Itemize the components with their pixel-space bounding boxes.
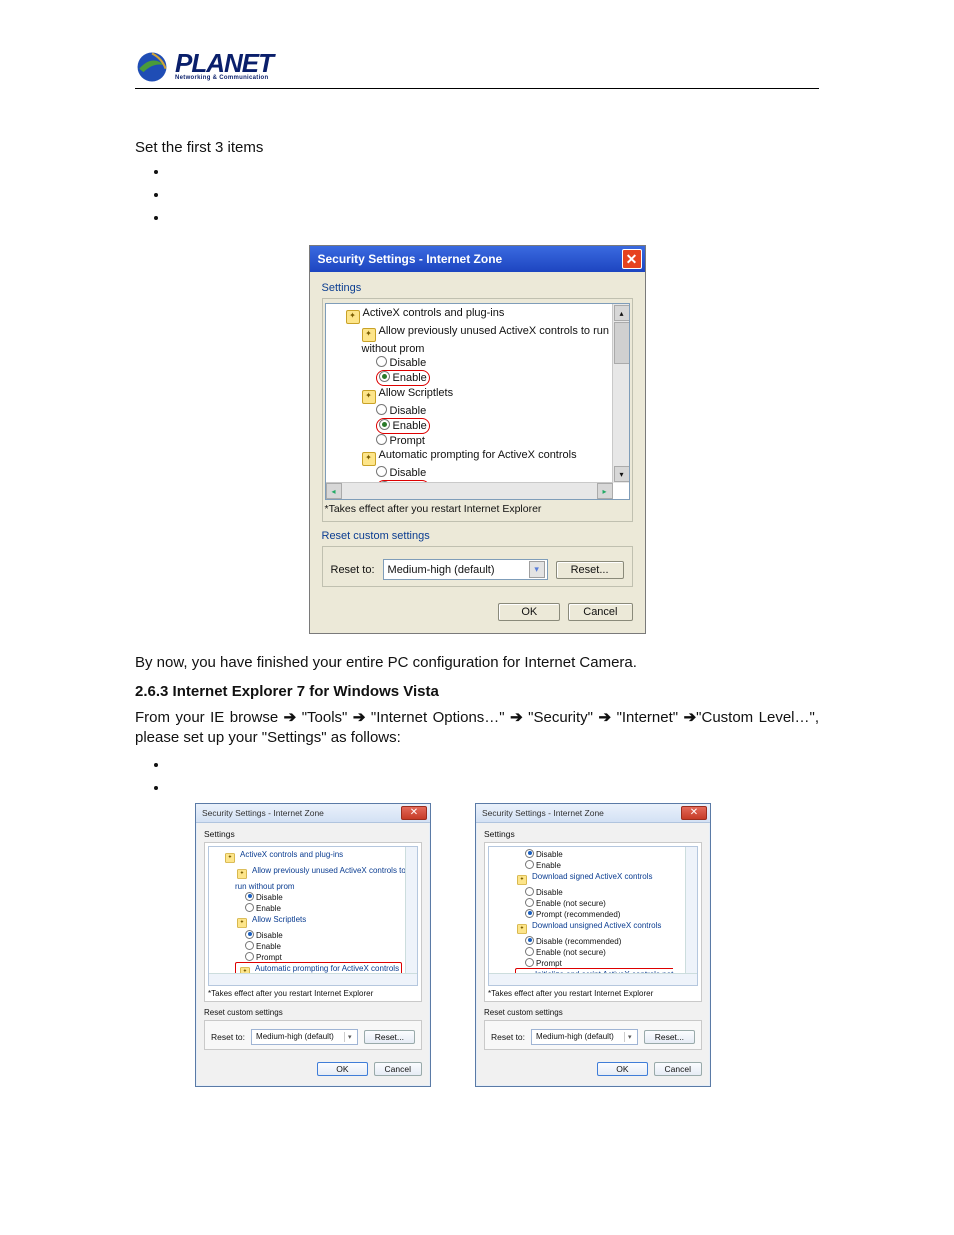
radio-enable[interactable] xyxy=(525,947,534,956)
security-settings-dialog-vista-a: Security Settings - Internet Zone ✕ Sett… xyxy=(195,803,431,1087)
radio-disable[interactable] xyxy=(525,936,534,945)
chevron-down-icon[interactable]: ▾ xyxy=(529,561,545,578)
reset-to-label: Reset to: xyxy=(331,564,375,576)
vertical-scrollbar[interactable]: ▴ ▾ xyxy=(612,304,629,483)
ok-button[interactable]: OK xyxy=(498,603,560,621)
settings-tree[interactable]: Disable Enable ✦Download signed ActiveX … xyxy=(488,846,698,986)
chevron-down-icon[interactable]: ▾ xyxy=(344,1032,355,1042)
activex-icon: ✦ xyxy=(225,853,235,863)
reset-button[interactable]: Reset... xyxy=(644,1030,695,1044)
reset-to-select[interactable]: Medium-high (default) ▾ xyxy=(251,1029,358,1045)
radio-prompt[interactable] xyxy=(245,952,254,961)
reset-button[interactable]: Reset... xyxy=(364,1030,415,1044)
vertical-scrollbar[interactable] xyxy=(685,847,697,985)
reset-group-label: Reset custom settings xyxy=(484,1008,702,1017)
paragraph: By now, you have finished your entire PC… xyxy=(135,654,819,671)
intro-line: Set the first 3 items xyxy=(135,139,819,156)
restart-note: *Takes effect after you restart Internet… xyxy=(488,989,698,998)
ok-button[interactable]: OK xyxy=(317,1062,367,1076)
cancel-button[interactable]: Cancel xyxy=(374,1062,422,1076)
activex-icon: ✦ xyxy=(237,869,247,879)
horizontal-scrollbar[interactable]: ◂ ▸ xyxy=(326,482,613,499)
restart-note: *Takes effect after you restart Internet… xyxy=(208,989,418,998)
scroll-up-icon[interactable]: ▴ xyxy=(614,305,630,321)
reset-to-label: Reset to: xyxy=(211,1032,245,1042)
horizontal-scrollbar[interactable] xyxy=(209,973,417,985)
radio-enable[interactable] xyxy=(245,903,254,912)
globe-icon xyxy=(135,50,169,84)
dialog-titlebar[interactable]: Security Settings - Internet Zone ✕ xyxy=(310,246,645,272)
activex-icon: ✦ xyxy=(362,390,376,404)
radio-enable[interactable] xyxy=(245,941,254,950)
radio-disable[interactable] xyxy=(525,887,534,896)
list-item xyxy=(169,210,819,225)
radio-prompt[interactable] xyxy=(525,909,534,918)
list-item xyxy=(169,164,819,179)
activex-icon: ✦ xyxy=(237,918,247,928)
radio-enable[interactable] xyxy=(525,898,534,907)
radio-enable[interactable] xyxy=(379,371,390,382)
close-icon[interactable]: ✕ xyxy=(681,806,707,820)
settings-group-label: Settings xyxy=(322,282,633,294)
scroll-thumb[interactable] xyxy=(614,322,630,364)
scroll-down-icon[interactable]: ▾ xyxy=(614,466,630,482)
close-icon[interactable]: ✕ xyxy=(622,249,642,269)
logo: PLANET Networking & Communication xyxy=(135,50,273,84)
dialog-title: Security Settings - Internet Zone xyxy=(318,252,503,266)
section-title: 2.6.3 Internet Explorer 7 for Windows Vi… xyxy=(135,683,819,700)
ok-button[interactable]: OK xyxy=(597,1062,647,1076)
security-settings-dialog-xp: Security Settings - Internet Zone ✕ Sett… xyxy=(309,245,646,634)
dialog-titlebar[interactable]: Security Settings - Internet Zone ✕ xyxy=(196,804,430,823)
activex-icon: ✦ xyxy=(517,924,527,934)
settings-tree[interactable]: ✦ActiveX controls and plug-ins ✦Allow pr… xyxy=(208,846,418,986)
activex-icon: ✦ xyxy=(517,875,527,885)
cancel-button[interactable]: Cancel xyxy=(654,1062,702,1076)
radio-enable[interactable] xyxy=(379,419,390,430)
reset-to-select[interactable]: Medium-high (default) ▾ xyxy=(383,559,548,580)
intro-bullets xyxy=(169,164,819,225)
list-item xyxy=(169,780,819,795)
horizontal-scrollbar[interactable] xyxy=(489,973,697,985)
vista-bullets xyxy=(169,757,819,795)
radio-prompt[interactable] xyxy=(525,958,534,967)
radio-enable[interactable] xyxy=(525,860,534,869)
scroll-left-icon[interactable]: ◂ xyxy=(326,483,342,499)
restart-note: *Takes effect after you restart Internet… xyxy=(325,503,630,515)
reset-group-label: Reset custom settings xyxy=(204,1008,422,1017)
activex-icon: ✦ xyxy=(362,328,376,342)
logo-text: PLANET xyxy=(175,53,273,74)
radio-disable[interactable] xyxy=(245,930,254,939)
activex-icon: ✦ xyxy=(346,310,360,324)
close-icon[interactable]: ✕ xyxy=(401,806,427,820)
reset-to-label: Reset to: xyxy=(491,1032,525,1042)
logo-subtitle: Networking & Communication xyxy=(175,75,273,81)
cancel-button[interactable]: Cancel xyxy=(568,603,632,621)
vertical-scrollbar[interactable] xyxy=(405,847,417,985)
radio-prompt[interactable] xyxy=(376,434,387,445)
reset-group-label: Reset custom settings xyxy=(322,530,633,542)
settings-group-label: Settings xyxy=(204,829,422,839)
security-settings-dialog-vista-b: Security Settings - Internet Zone ✕ Sett… xyxy=(475,803,711,1087)
list-item xyxy=(169,757,819,772)
chevron-down-icon[interactable]: ▾ xyxy=(624,1032,635,1042)
radio-disable[interactable] xyxy=(245,892,254,901)
paragraph: From your IE browse ➔ "Tools" ➔ "Interne… xyxy=(135,708,819,749)
settings-group-label: Settings xyxy=(484,829,702,839)
scroll-right-icon[interactable]: ▸ xyxy=(597,483,613,499)
reset-to-select[interactable]: Medium-high (default) ▾ xyxy=(531,1029,638,1045)
dialog-titlebar[interactable]: Security Settings - Internet Zone ✕ xyxy=(476,804,710,823)
activex-icon: ✦ xyxy=(362,452,376,466)
radio-disable[interactable] xyxy=(376,356,387,367)
reset-button[interactable]: Reset... xyxy=(556,561,624,579)
radio-disable[interactable] xyxy=(525,849,534,858)
radio-disable[interactable] xyxy=(376,466,387,477)
list-item xyxy=(169,187,819,202)
radio-disable[interactable] xyxy=(376,404,387,415)
settings-tree[interactable]: ✦ActiveX controls and plug-ins ✦Allow pr… xyxy=(325,303,630,500)
